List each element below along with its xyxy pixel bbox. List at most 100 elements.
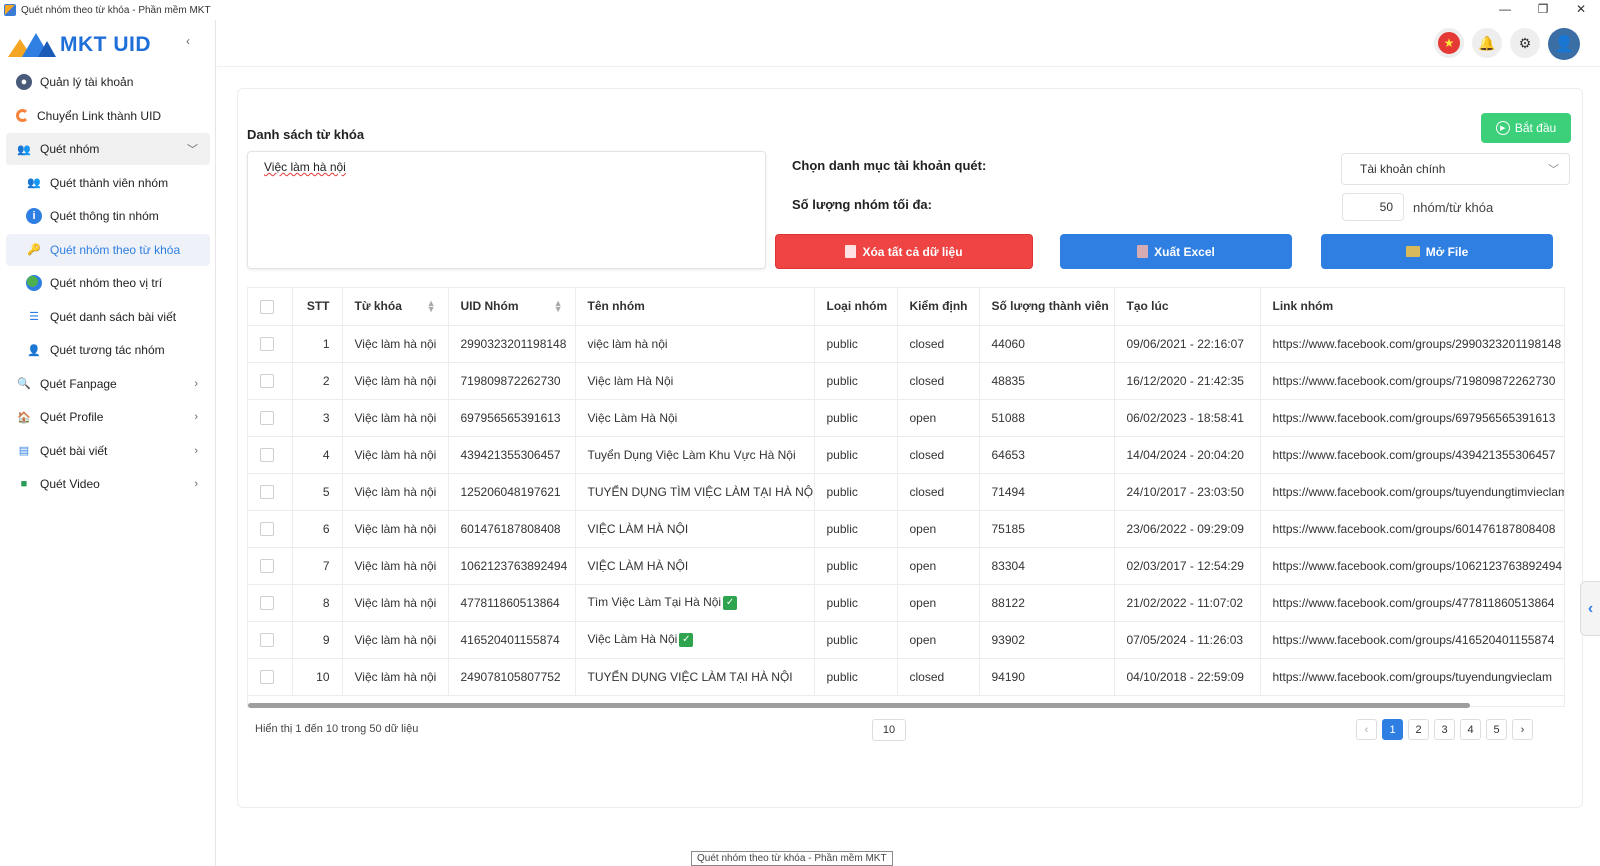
table-row[interactable]: 9 Việc làm hà nội 416520401155874 Việc Làm … — [248, 621, 1564, 659]
row-checkbox[interactable] — [260, 595, 274, 610]
keywords-textarea[interactable]: Việc làm hà nội — [247, 151, 766, 269]
cell-group-name: VIỆC LÀM HÀ NỘI — [575, 510, 815, 548]
cell-group-link[interactable]: https://www.facebook.com/groups/60147618… — [1260, 510, 1564, 548]
prev-page-button[interactable]: ‹ — [1356, 719, 1377, 740]
row-checkbox[interactable] — [260, 410, 274, 425]
sidebar-item-scan-profile[interactable]: 🏠 Quét Profile › — [6, 401, 210, 433]
cell-stt: 3 — [292, 399, 343, 437]
keywords-title: Danh sách từ khóa — [247, 127, 365, 142]
user-icon: ● — [16, 74, 32, 90]
max-groups-input[interactable]: 50 — [1342, 193, 1404, 221]
sidebar-item-account-manager[interactable]: ● Quản lý tài khoản — [6, 66, 210, 98]
table-row[interactable]: 7 Việc làm hà nội 1062123763892494 VIỆC LÀM… — [248, 547, 1564, 585]
cell-created-at: 14/04/2024 - 20:04:20 — [1114, 436, 1261, 474]
cell-group-link[interactable]: https://www.facebook.com/groups/43942135… — [1260, 436, 1564, 474]
sidebar-item-scan-video[interactable]: ■ Quét Video › — [6, 468, 210, 500]
page-button[interactable]: 4 — [1460, 719, 1481, 740]
row-checkbox[interactable] — [260, 558, 274, 573]
table-row[interactable]: 3 Việc làm hà nội 697956565391613 Việc Làm … — [248, 399, 1564, 437]
account-category-value: Tài khoản chính — [1360, 162, 1446, 176]
page-button[interactable]: 5 — [1486, 719, 1507, 740]
page-button[interactable]: 2 — [1408, 719, 1429, 740]
key-icon: 🔑 — [27, 244, 41, 256]
account-category-select[interactable]: Tài khoản chính ﹀ — [1341, 153, 1570, 185]
check-mark-icon: ✓ — [723, 595, 738, 610]
restore-button[interactable]: ❐ — [1524, 0, 1562, 20]
table-row[interactable]: 10 Việc làm hà nội 249078105807752 TUYỂN DỤ… — [248, 658, 1564, 696]
row-checkbox[interactable] — [260, 336, 274, 351]
group-icon: 👥 — [17, 143, 31, 156]
table-row[interactable]: 2 Việc làm hà nội 719809872262730 Việc làm … — [248, 362, 1564, 400]
group-name-text: Tuyển Dụng Việc Làm Khu Vực Hà Nội — [587, 447, 796, 462]
row-checkbox[interactable] — [260, 373, 274, 388]
table-row[interactable]: 8 Việc làm hà nội 477811860513864 Tìm Việc … — [248, 584, 1564, 622]
bell-icon[interactable]: 🔔 — [1472, 28, 1502, 58]
cell-group-link[interactable]: https://www.facebook.com/groups/47781186… — [1260, 584, 1564, 622]
table-row[interactable]: 1 Việc làm hà nội 2990323201198148 việc làm… — [248, 325, 1564, 363]
cell-group-link[interactable]: https://www.facebook.com/groups/10621237… — [1260, 547, 1564, 585]
cell-stt: 9 — [292, 621, 343, 659]
sidebar-item-scan-groups-by-keyword[interactable]: 🔑 Quét nhóm theo từ khóa — [6, 233, 210, 266]
page-button[interactable]: 3 — [1434, 719, 1455, 740]
start-button[interactable]: ▶ Bắt đầu — [1481, 113, 1571, 143]
gear-icon[interactable]: ⚙ — [1510, 28, 1540, 58]
row-select-cell — [248, 510, 293, 548]
collapse-sidebar-button[interactable]: ‹ — [186, 34, 190, 48]
column-header-keyword[interactable]: Từ khóa ▲ ▼ — [342, 288, 449, 326]
sidebar-item-link-to-uid[interactable]: Chuyển Link thành UID — [6, 100, 210, 132]
table-row[interactable]: 5 Việc làm hà nội 125206048197621 TUYỂN DỤN… — [248, 473, 1564, 511]
horizontal-scrollbar[interactable] — [248, 703, 1470, 708]
row-checkbox[interactable] — [260, 632, 274, 647]
column-header-group-name: Tên nhóm — [575, 288, 815, 326]
avatar[interactable]: 👤 — [1548, 28, 1580, 60]
page-button[interactable]: 1 — [1382, 719, 1403, 740]
cell-group-link[interactable]: https://www.facebook.com/groups/29903232… — [1260, 325, 1564, 363]
cell-group-link[interactable]: https://www.facebook.com/groups/71980987… — [1260, 362, 1564, 400]
close-button[interactable]: ✕ — [1562, 0, 1600, 20]
table-body: 1 Việc làm hà nội 2990323201198148 việc làm… — [248, 325, 1564, 696]
side-drawer-toggle[interactable]: ‹ — [1580, 581, 1600, 636]
row-checkbox[interactable] — [260, 447, 274, 462]
row-checkbox[interactable] — [260, 484, 274, 499]
sidebar-item-scan-group-info[interactable]: i Quét thông tin nhóm — [6, 200, 210, 232]
sidebar-item-label: Quét danh sách bài viết — [50, 309, 177, 324]
sidebar-item-scan-post-list[interactable]: ☰ Quét danh sách bài viết — [6, 301, 210, 333]
table-row[interactable]: 4 Việc làm hà nội 439421355306457 Tuyển Dụn… — [248, 436, 1564, 474]
pagination-info: Hiển thị 1 đến 10 trong 50 dữ liệu — [255, 723, 419, 735]
chevron-right-icon: › — [194, 444, 198, 457]
cell-group-link[interactable]: https://www.facebook.com/groups/tuyendun… — [1260, 473, 1564, 511]
select-all-checkbox[interactable] — [260, 299, 274, 314]
table-row[interactable]: 6 Việc làm hà nội 601476187808408 VIỆC LÀM … — [248, 510, 1564, 548]
start-button-label: Bắt đầu — [1514, 121, 1557, 135]
cell-group-link[interactable]: https://www.facebook.com/groups/69795656… — [1260, 399, 1564, 437]
sidebar-item-scan-groups[interactable]: 👥 Quét nhóm ﹀ — [6, 133, 210, 165]
clear-all-data-button[interactable]: Xóa tất cả dữ liệu — [775, 234, 1033, 269]
page-size-select[interactable]: 10 — [872, 719, 906, 741]
column-header-uid[interactable]: UID Nhóm ▲ ▼ — [448, 288, 576, 326]
sidebar-item-scan-group-members[interactable]: 👥 Quét thành viên nhóm — [6, 167, 210, 199]
row-checkbox[interactable] — [260, 669, 274, 684]
export-excel-button[interactable]: Xuất Excel — [1060, 234, 1292, 269]
sidebar-item-scan-group-interactions[interactable]: 👤 Quét tương tác nhóm — [6, 334, 210, 366]
window-controls: — ❐ ✕ — [1486, 0, 1600, 20]
cell-group-type: public — [814, 436, 898, 474]
brand-name: MKT UID — [60, 33, 151, 56]
cell-group-type: public — [814, 473, 898, 511]
column-header-label: UID Nhóm — [460, 299, 519, 314]
search-icon: 🔍 — [17, 378, 31, 390]
open-file-button[interactable]: Mở File — [1321, 234, 1553, 269]
group-name-text: TUYỂN DỤNG VIỆC LÀM TẠI HÀ NỘI — [587, 669, 793, 684]
next-page-button[interactable]: › — [1512, 719, 1533, 740]
language-flag-icon[interactable]: ★ — [1434, 28, 1464, 58]
cell-group-link[interactable]: https://www.facebook.com/groups/tuyendun… — [1260, 658, 1564, 696]
cell-group-link[interactable]: https://www.facebook.com/groups/41652040… — [1260, 621, 1564, 659]
sidebar-item-scan-posts[interactable]: ▤ Quét bài viết › — [6, 435, 210, 467]
column-header-verification: Kiểm định — [897, 288, 980, 326]
cell-created-at: 21/02/2022 - 11:07:02 — [1114, 584, 1261, 622]
members-icon: 👥 — [27, 177, 41, 189]
row-checkbox[interactable] — [260, 521, 274, 536]
cell-group-type: public — [814, 325, 898, 363]
sidebar-item-scan-groups-by-location[interactable]: Quét nhóm theo vị trí — [6, 267, 210, 299]
minimize-button[interactable]: — — [1486, 0, 1524, 20]
sidebar-item-scan-fanpage[interactable]: 🔍 Quét Fanpage › — [6, 368, 210, 400]
